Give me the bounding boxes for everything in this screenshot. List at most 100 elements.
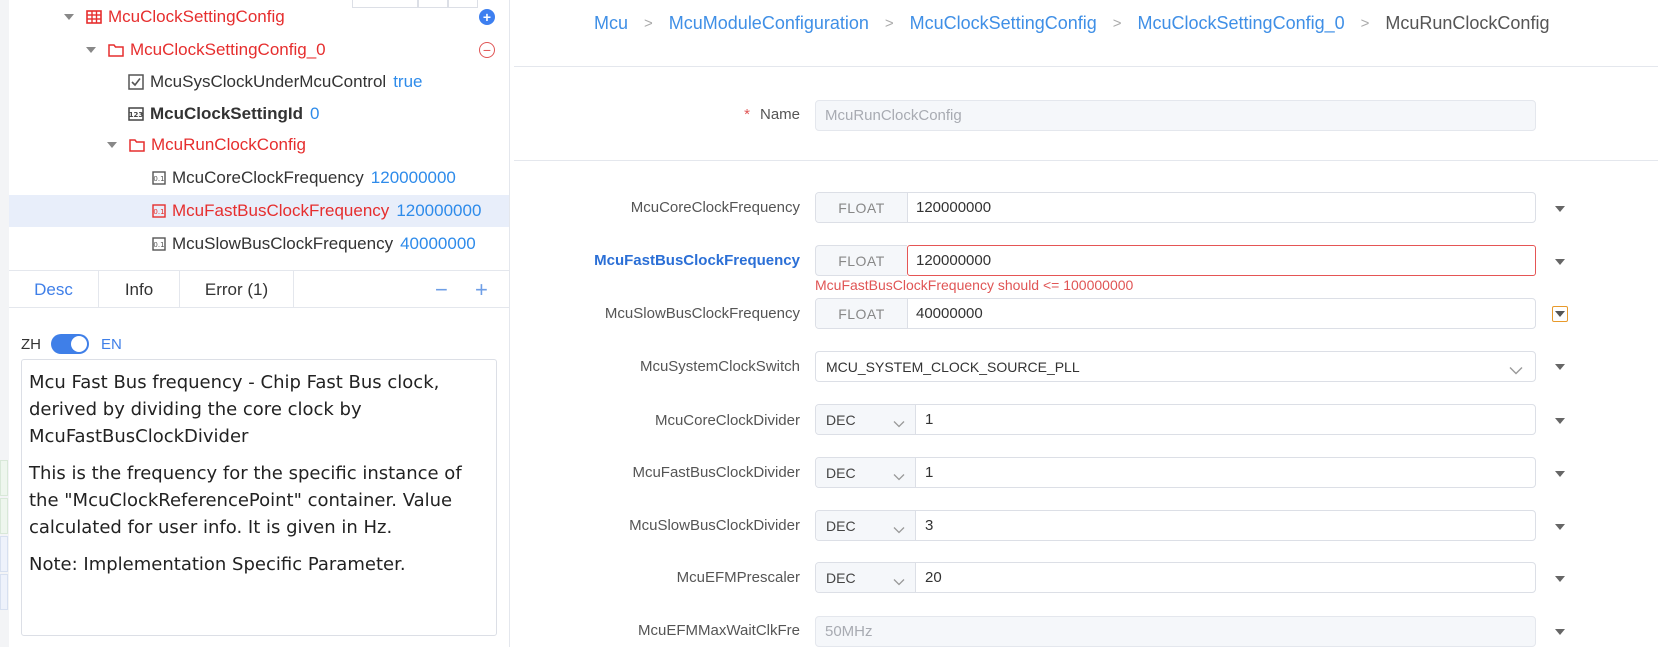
tree-node-mcusysclockundermcucontrol[interactable]: McuSysClockUnderMcuControl true — [9, 66, 509, 98]
slow-bus-clock-frequency-dropdown[interactable] — [1552, 306, 1568, 322]
core-clock-divider-value[interactable]: 1 — [916, 405, 1535, 434]
fast-bus-clock-frequency-dropdown[interactable] — [1552, 254, 1568, 270]
caret-down-icon — [1555, 206, 1565, 212]
svg-text:0.1: 0.1 — [153, 208, 164, 216]
caret-down-icon — [1555, 471, 1565, 477]
remove-node-button[interactable]: − — [479, 42, 495, 58]
edge-tab[interactable] — [0, 460, 8, 496]
description-paragraph: Note: Implementation Specific Parameter. — [29, 554, 406, 575]
breadcrumb-item[interactable]: McuModuleConfiguration — [669, 13, 869, 34]
caret-down-icon — [1555, 576, 1565, 582]
core-clock-frequency-input[interactable]: FLOAT 120000000 — [815, 192, 1536, 223]
tree-node-mcufastbusclockfrequency[interactable]: 0.1 McuFastBusClockFrequency 120000000 — [9, 195, 509, 227]
breadcrumb-item[interactable]: McuClockSettingConfig_0 — [1138, 13, 1345, 34]
type-prefix: FLOAT — [816, 299, 908, 328]
efm-max-wait-dropdown[interactable] — [1552, 624, 1568, 640]
core-clock-frequency-value[interactable]: 120000000 — [908, 193, 1535, 222]
expand-caret-icon[interactable] — [86, 47, 96, 53]
tree-node-mcurunclockconfig[interactable]: McuRunClockConfig — [9, 129, 509, 161]
tree-node-label: McuClockSettingConfig_0 — [130, 40, 326, 59]
required-mark: * — [744, 106, 750, 123]
tree-node-mcuclocksettingconfig-0[interactable]: McuClockSettingConfig_0 — [9, 34, 509, 66]
edge-tab[interactable] — [0, 536, 8, 572]
language-toggle[interactable] — [51, 334, 89, 354]
slow-bus-clock-divider-value[interactable]: 3 — [916, 511, 1535, 540]
tree-node-label: McuSysClockUnderMcuControl — [150, 72, 387, 91]
caret-down-icon — [1555, 524, 1565, 530]
core-clock-divider-dropdown[interactable] — [1552, 413, 1568, 429]
fast-bus-clock-divider-value[interactable]: 1 — [916, 458, 1535, 487]
checkbox-icon — [128, 74, 144, 90]
fast-bus-clock-frequency-input[interactable]: FLOAT 120000000 — [815, 245, 1536, 276]
system-clock-switch-select[interactable]: MCU_SYSTEM_CLOCK_SOURCE_PLL — [815, 351, 1536, 382]
plus-icon: + — [482, 9, 492, 25]
breadcrumb-item[interactable]: Mcu — [594, 13, 628, 34]
slow-bus-clock-frequency-value[interactable]: 40000000 — [908, 299, 1535, 328]
tree-node-label: McuSlowBusClockFrequency — [172, 234, 394, 253]
description-box: Mcu Fast Bus frequency - Chip Fast Bus c… — [21, 359, 497, 636]
efm-prescaler-label: McuEFMPrescaler — [676, 569, 800, 586]
fast-bus-clock-divider-input[interactable]: DEC 1 — [815, 457, 1536, 488]
minus-icon: − — [482, 42, 492, 58]
tree-node-label: McuCoreClockFrequency — [172, 168, 364, 187]
slow-bus-clock-frequency-label: McuSlowBusClockFrequency — [604, 305, 800, 322]
tree-node-mcuclocksettingconfig[interactable]: McuClockSettingConfig — [9, 1, 509, 33]
format-select[interactable]: DEC — [816, 458, 916, 487]
expand-caret-icon[interactable] — [107, 142, 117, 148]
efm-max-wait-field[interactable]: 50MHz — [815, 616, 1536, 647]
folder-icon — [108, 43, 124, 57]
caret-down-icon — [1555, 311, 1565, 317]
slow-bus-clock-divider-dropdown[interactable] — [1552, 519, 1568, 535]
tree-node-mcucoreclockfrequency[interactable]: 0.1 McuCoreClockFrequency 120000000 — [9, 162, 509, 194]
breadcrumb-current: McuRunClockConfig — [1385, 12, 1550, 33]
format-select[interactable]: DEC — [816, 563, 916, 592]
tree-node-mcuclocksettingid[interactable]: 123 McuClockSettingId 0 — [9, 98, 509, 130]
format-select[interactable]: DEC — [816, 405, 916, 434]
system-clock-switch-value: MCU_SYSTEM_CLOCK_SOURCE_PLL — [826, 358, 1080, 375]
add-node-button[interactable]: + — [479, 9, 495, 25]
collapse-all-icon[interactable]: − — [435, 271, 448, 308]
tab-error[interactable]: Error (1) — [180, 271, 294, 308]
core-clock-frequency-label: McuCoreClockFrequency — [630, 199, 800, 216]
config-tree: McuClockSettingConfig McuClockSettingCon… — [9, 0, 509, 272]
name-field[interactable]: McuRunClockConfig — [815, 100, 1536, 131]
breadcrumb-item[interactable]: McuClockSettingConfig — [910, 13, 1097, 34]
edge-tab[interactable] — [0, 498, 8, 534]
tree-node-mcuslowbusclockfrequency[interactable]: 0.1 McuSlowBusClockFrequency 40000000 — [9, 228, 509, 260]
svg-text:123: 123 — [129, 111, 144, 119]
efm-prescaler-input[interactable]: DEC 20 — [815, 562, 1536, 593]
float-icon: 0.1 — [152, 237, 166, 251]
tab-info[interactable]: Info — [99, 271, 180, 308]
slow-bus-clock-divider-input[interactable]: DEC 3 — [815, 510, 1536, 541]
system-clock-switch-label: McuSystemClockSwitch — [639, 358, 800, 375]
caret-down-icon — [1555, 629, 1565, 635]
tree-node-label: McuClockSettingId — [150, 104, 304, 123]
caret-down-icon — [1555, 364, 1565, 370]
efm-prescaler-dropdown[interactable] — [1552, 571, 1568, 587]
chevron-down-icon — [893, 521, 905, 537]
edge-tab[interactable] — [0, 574, 8, 610]
format-select[interactable]: DEC — [816, 511, 916, 540]
expand-caret-icon[interactable] — [64, 14, 74, 20]
lang-en-label: EN — [101, 335, 122, 353]
fast-bus-clock-frequency-value[interactable]: 120000000 — [907, 245, 1536, 276]
type-prefix: FLOAT — [815, 245, 907, 276]
tree-node-label: McuRunClockConfig — [151, 135, 306, 154]
table-icon — [86, 10, 102, 24]
tree-node-label: McuClockSettingConfig — [108, 7, 285, 26]
name-label: Name — [759, 106, 800, 123]
detail-tabs: Desc Info Error (1) − + — [9, 270, 509, 308]
tree-node-value: 120000000 — [370, 168, 456, 187]
format-value: DEC — [826, 517, 856, 534]
expand-all-icon[interactable]: + — [475, 271, 488, 308]
tab-desc[interactable]: Desc — [9, 271, 99, 308]
fast-bus-clock-divider-label: McuFastBusClockDivider — [632, 464, 800, 481]
core-clock-frequency-dropdown[interactable] — [1552, 201, 1568, 217]
fast-bus-clock-divider-dropdown[interactable] — [1552, 466, 1568, 482]
core-clock-divider-input[interactable]: DEC 1 — [815, 404, 1536, 435]
slow-bus-clock-frequency-input[interactable]: FLOAT 40000000 — [815, 298, 1536, 329]
language-switch: ZH EN — [21, 333, 122, 355]
system-clock-switch-dropdown[interactable] — [1552, 359, 1568, 375]
efm-prescaler-value[interactable]: 20 — [916, 563, 1535, 592]
tree-node-label: McuFastBusClockFrequency — [172, 201, 390, 220]
